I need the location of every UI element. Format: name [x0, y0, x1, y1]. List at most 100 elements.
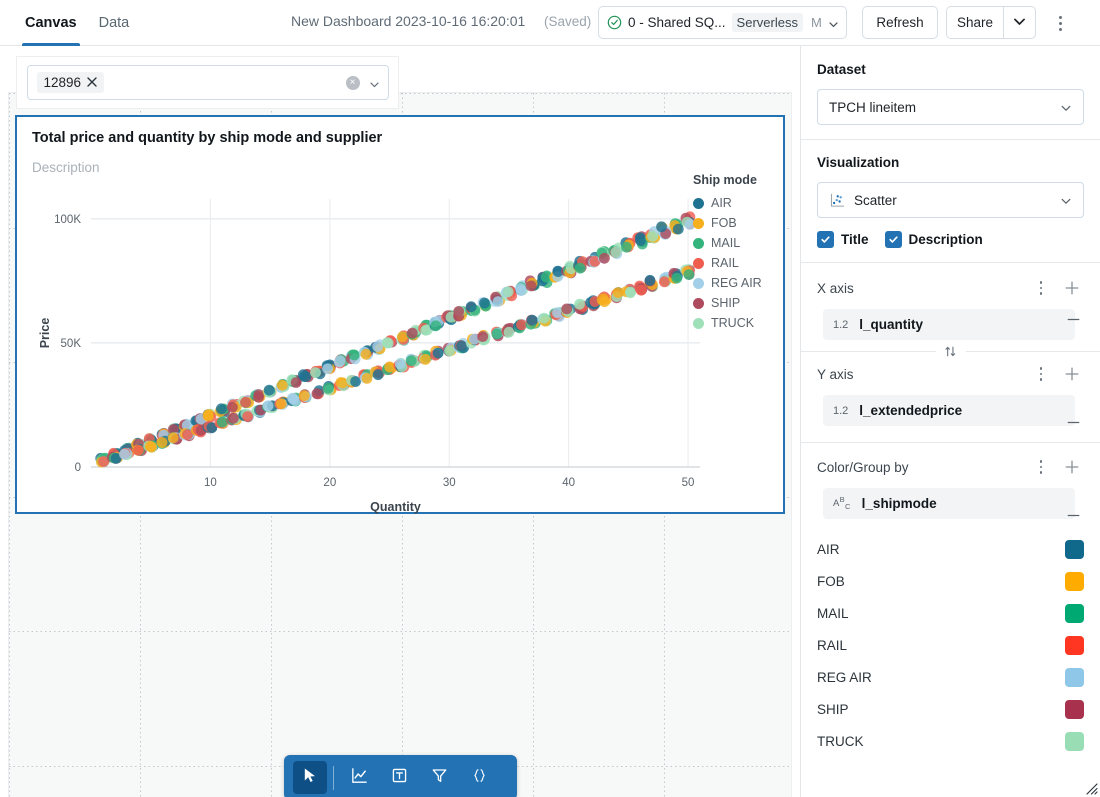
- scatter-point[interactable]: [479, 297, 490, 309]
- scatter-point[interactable]: [644, 274, 656, 286]
- scatter-point[interactable]: [465, 301, 477, 313]
- text-tool-button[interactable]: [382, 761, 416, 794]
- legend-item[interactable]: REG AIR: [693, 273, 762, 293]
- scatter-point[interactable]: [240, 396, 251, 408]
- scatter-point[interactable]: [453, 306, 465, 317]
- scatter-point[interactable]: [503, 326, 515, 338]
- scatter-point[interactable]: [405, 355, 417, 367]
- scatter-point[interactable]: [502, 286, 514, 298]
- scatter-point[interactable]: [621, 241, 632, 253]
- color-value-row[interactable]: TRUCK: [817, 725, 1084, 757]
- scatter-point[interactable]: [334, 355, 346, 367]
- scatter-point[interactable]: [372, 341, 384, 352]
- scatter-point[interactable]: [538, 312, 550, 324]
- scatter-point[interactable]: [310, 367, 321, 378]
- cluster-selector[interactable]: 0 - Shared SQ... Serverless M: [598, 6, 847, 39]
- scatter-point[interactable]: [491, 328, 503, 340]
- legend-item[interactable]: TRUCK: [693, 313, 762, 333]
- scatter-point[interactable]: [610, 246, 622, 258]
- canvas-toolbar[interactable]: [284, 755, 517, 797]
- scatter-point[interactable]: [477, 331, 489, 342]
- color-swatch[interactable]: [1065, 635, 1084, 655]
- scatter-point[interactable]: [635, 284, 647, 296]
- chart-widget[interactable]: Total price and quantity by ship mode an…: [15, 115, 785, 514]
- x-axis-options-button[interactable]: [1032, 279, 1050, 297]
- code-tool-button[interactable]: [462, 761, 496, 794]
- scatter-point[interactable]: [262, 400, 274, 412]
- x-axis-field[interactable]: 1.2 l_quantity: [823, 309, 1075, 340]
- scatter-point[interactable]: [659, 276, 670, 288]
- close-icon[interactable]: [87, 76, 97, 89]
- x-axis-remove-button[interactable]: [1062, 308, 1084, 330]
- share-dropdown-button[interactable]: [1003, 6, 1036, 39]
- scatter-point[interactable]: [599, 296, 610, 308]
- scatter-point[interactable]: [525, 280, 537, 292]
- chart-legend[interactable]: AIR FOB MAIL RAIL REG AIR SHIP TRUCK: [693, 193, 762, 333]
- tab-canvas[interactable]: Canvas: [14, 0, 88, 46]
- color-value-row[interactable]: FOB: [817, 565, 1084, 597]
- chart-description-placeholder[interactable]: Description: [32, 160, 100, 175]
- scatter-point[interactable]: [456, 340, 467, 352]
- y-axis-field[interactable]: 1.2 l_extendedprice: [823, 395, 1075, 426]
- filter-input[interactable]: 12896 ×: [26, 65, 389, 100]
- scatter-point[interactable]: [382, 337, 394, 349]
- scatter-point[interactable]: [202, 410, 214, 422]
- scatter-point[interactable]: [406, 327, 418, 339]
- scatter-point[interactable]: [574, 298, 585, 310]
- dashboard-title[interactable]: New Dashboard 2023-10-16 16:20:01: [291, 13, 525, 29]
- color-group-field[interactable]: ABC l_shipmode: [823, 488, 1075, 519]
- legend-item[interactable]: RAIL: [693, 253, 762, 273]
- scatter-point[interactable]: [430, 320, 442, 332]
- scatter-point[interactable]: [227, 412, 239, 424]
- chart-tool-button[interactable]: [342, 761, 376, 794]
- scatter-point[interactable]: [227, 401, 238, 413]
- filter-widget[interactable]: 12896 ×: [16, 56, 399, 109]
- swap-vertical-icon[interactable]: [935, 343, 966, 360]
- color-group-add-button[interactable]: [1060, 456, 1084, 478]
- filter-tool-button[interactable]: [422, 761, 456, 794]
- scatter-point[interactable]: [672, 223, 684, 235]
- scatter-point[interactable]: [253, 389, 265, 400]
- scatter-point[interactable]: [635, 235, 646, 246]
- canvas-area[interactable]: 12896 × Total price and quantity by ship…: [0, 46, 800, 797]
- scatter-point[interactable]: [216, 416, 228, 428]
- scatter-point[interactable]: [348, 349, 360, 361]
- scatter-point[interactable]: [372, 369, 384, 381]
- color-value-row[interactable]: RAIL: [817, 629, 1084, 661]
- title-checkbox[interactable]: [817, 231, 834, 248]
- y-axis-add-button[interactable]: [1060, 363, 1084, 385]
- scatter-point[interactable]: [647, 230, 658, 242]
- scatter-point[interactable]: [167, 432, 179, 444]
- scatter-point[interactable]: [384, 361, 395, 373]
- description-checkbox-row[interactable]: Description: [884, 231, 983, 248]
- scatter-point[interactable]: [311, 388, 323, 400]
- scatter-point[interactable]: [574, 262, 586, 274]
- scatter-point[interactable]: [561, 303, 573, 315]
- scatter-point[interactable]: [656, 221, 667, 233]
- color-group-remove-button[interactable]: [1062, 504, 1084, 526]
- share-button[interactable]: Share: [946, 6, 1003, 39]
- scatter-point[interactable]: [360, 348, 372, 360]
- scatter-point[interactable]: [300, 371, 312, 382]
- scatter-point[interactable]: [119, 448, 130, 460]
- y-axis-options-button[interactable]: [1032, 365, 1050, 383]
- scatter-point[interactable]: [625, 287, 636, 299]
- scatter-point[interactable]: [215, 403, 227, 415]
- scatter-point[interactable]: [432, 347, 444, 359]
- color-swatch[interactable]: [1065, 699, 1084, 719]
- select-tool-button[interactable]: [293, 761, 327, 794]
- scatter-point[interactable]: [242, 411, 254, 422]
- color-value-row[interactable]: MAIL: [817, 597, 1084, 629]
- title-checkbox-row[interactable]: Title: [817, 231, 869, 248]
- color-value-row[interactable]: SHIP: [817, 693, 1084, 725]
- color-swatch[interactable]: [1065, 539, 1084, 559]
- scatter-point[interactable]: [526, 314, 538, 326]
- filter-chip[interactable]: 12896: [36, 72, 105, 93]
- color-swatch[interactable]: [1065, 731, 1084, 751]
- scatter-point[interactable]: [276, 379, 288, 391]
- scatter-point[interactable]: [492, 296, 504, 307]
- legend-item[interactable]: AIR: [693, 193, 762, 213]
- scatter-point[interactable]: [420, 354, 431, 365]
- legend-item[interactable]: MAIL: [693, 233, 762, 253]
- color-value-row[interactable]: REG AIR: [817, 661, 1084, 693]
